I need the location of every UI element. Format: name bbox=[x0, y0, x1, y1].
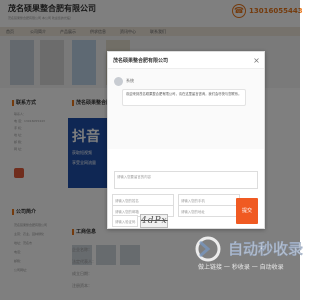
watermark-logo-icon bbox=[195, 236, 221, 262]
captcha-input[interactable]: 请输入验证码 bbox=[112, 215, 138, 227]
dialog-titlebar: 茂名硕果整合肥有限公司 × bbox=[108, 52, 264, 69]
watermark: 自动秒收录 做上链接 一 秒收录 一 自动收录 bbox=[190, 236, 304, 300]
watermark-subtitle: 做上链接 一 秒收录 一 自动收录 bbox=[198, 264, 284, 271]
dialog-title: 茂名硕果整合肥有限公司 bbox=[113, 58, 169, 64]
close-button[interactable]: × bbox=[252, 56, 261, 65]
message-textarea[interactable]: 请输入您要留言的内容 bbox=[114, 171, 258, 189]
system-avatar-icon bbox=[114, 77, 123, 86]
submit-button[interactable]: 提交 bbox=[236, 198, 258, 224]
message-bubble: 欢迎来到茂名硕果整合肥有限公司，请在这里留言咨询，我们会尽快与您联系。 bbox=[122, 89, 246, 106]
message-dialog: 茂名硕果整合肥有限公司 × 系统 欢迎来到茂名硕果整合肥有限公司，请在这里留言咨… bbox=[107, 51, 265, 229]
address-input[interactable]: 请输入您的地址 bbox=[178, 205, 240, 217]
chat-area: 系统 欢迎来到茂名硕果整合肥有限公司，请在这里留言咨询，我们会尽快与您联系。 bbox=[108, 69, 264, 149]
message-sender: 系统 bbox=[126, 78, 134, 83]
watermark-title: 自动秒收录 bbox=[228, 240, 304, 258]
captcha-image[interactable]: 4dPx bbox=[140, 214, 168, 228]
